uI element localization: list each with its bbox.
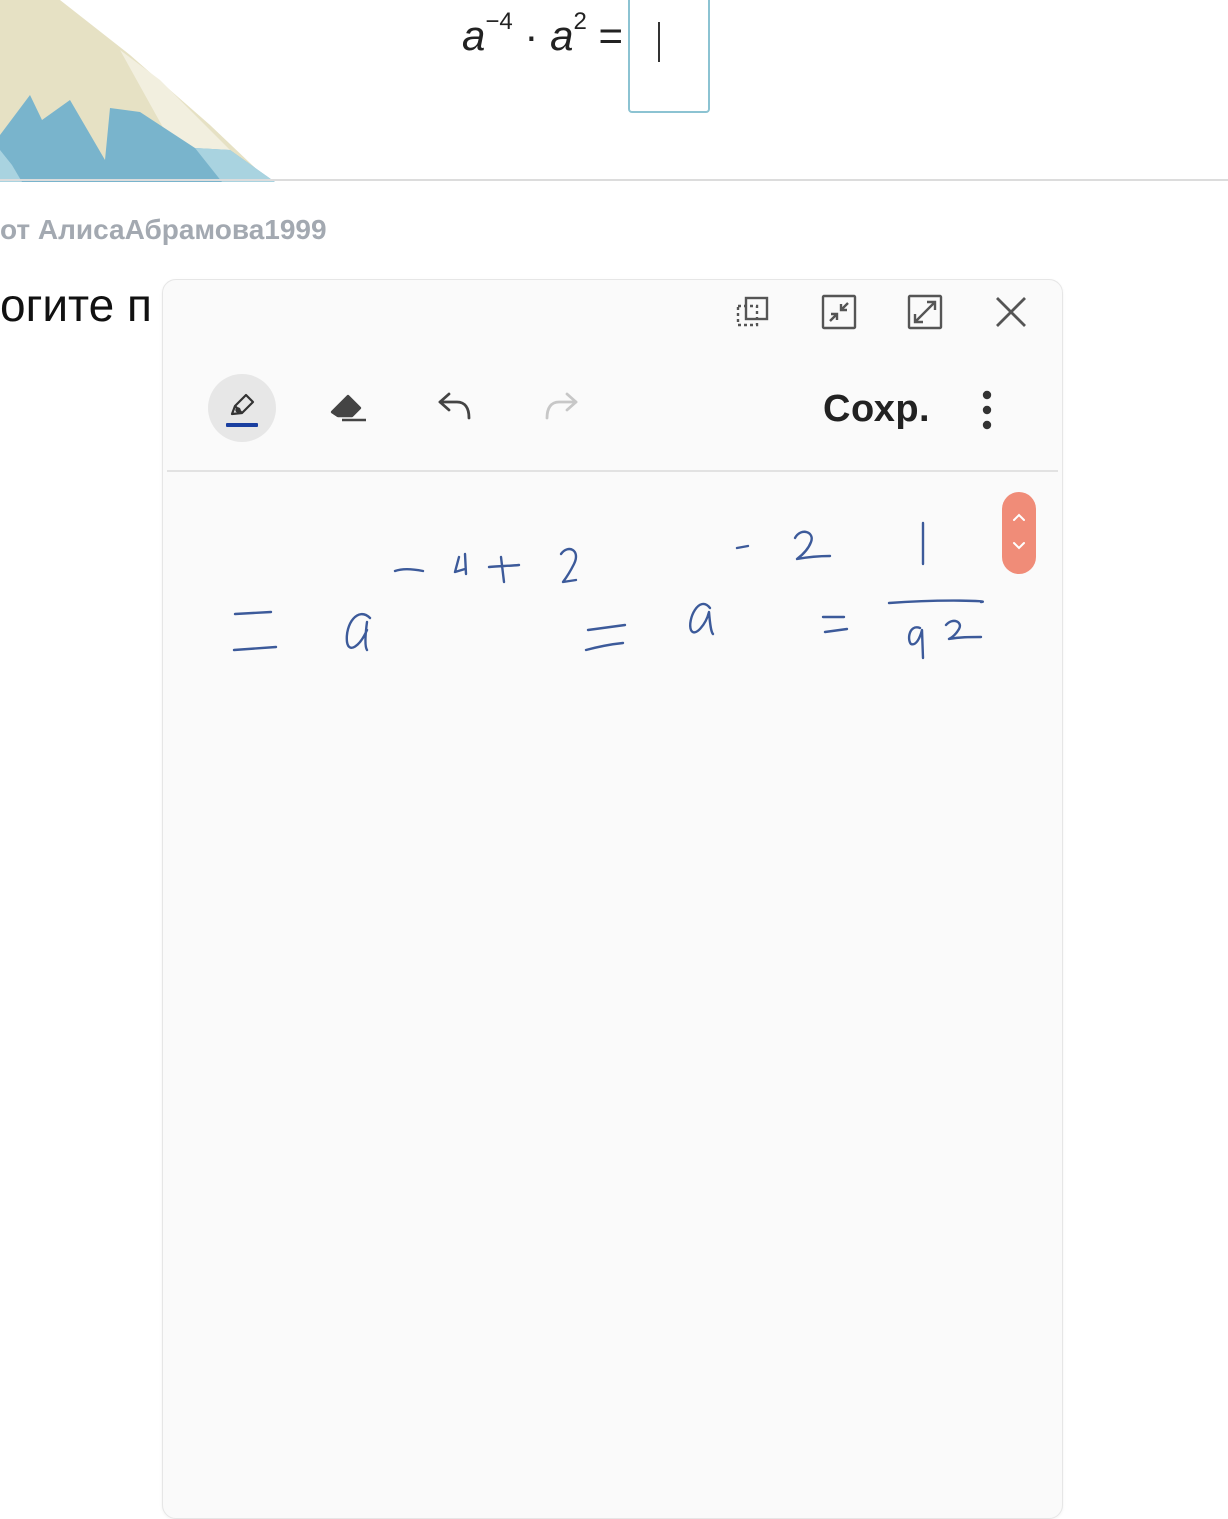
copy-region-button[interactable]: [733, 294, 773, 334]
formula-dot: ·: [524, 12, 539, 59]
answer-input[interactable]: [628, 0, 710, 113]
formula-base-2: a: [550, 12, 574, 59]
task-formula: a−4 · a2 =: [462, 8, 623, 60]
pen-tool-button[interactable]: [208, 374, 276, 442]
eraser-icon: [328, 388, 368, 429]
pen-color-indicator: [226, 423, 258, 427]
close-icon: [994, 295, 1028, 334]
text-caret: [658, 22, 660, 62]
undo-button[interactable]: [421, 374, 489, 442]
eraser-tool-button[interactable]: [314, 374, 382, 442]
redo-button[interactable]: [527, 374, 595, 442]
mountain-illustration: [0, 0, 275, 182]
maximize-icon: [907, 294, 943, 335]
formula-exponent-2: 2: [573, 8, 587, 35]
save-button[interactable]: Сохр.: [823, 388, 930, 431]
drawing-canvas[interactable]: [163, 472, 1062, 1518]
notepad-window[interactable]: Сохр.: [162, 279, 1063, 1519]
author-line[interactable]: от АлисаАбрамова1999: [0, 214, 327, 246]
minimize-button[interactable]: [819, 294, 859, 334]
formula-exponent-1: −4: [485, 8, 513, 35]
redo-icon: [541, 388, 581, 429]
maximize-button[interactable]: [905, 294, 945, 334]
scroll-handle[interactable]: [1002, 492, 1036, 574]
chevron-up-icon: [1011, 510, 1027, 528]
formula-base-1: a: [462, 12, 486, 59]
copy-region-icon: [735, 294, 771, 335]
question-text: огите п: [0, 279, 152, 331]
more-options-button[interactable]: [969, 384, 1005, 440]
handwriting-strokes: [232, 521, 984, 660]
undo-icon: [435, 388, 475, 429]
notepad-toolbar: Сохр.: [163, 360, 1062, 470]
formula-equals: =: [598, 12, 623, 59]
minimize-icon: [821, 294, 857, 335]
close-button[interactable]: [991, 294, 1031, 334]
chevron-down-icon: [1011, 539, 1027, 557]
notepad-titlebar[interactable]: [163, 280, 1062, 344]
task-image: a−4 · a2 =: [0, 0, 1228, 182]
more-vertical-icon: [982, 390, 992, 435]
image-divider: [0, 179, 1228, 181]
pen-icon: [226, 390, 258, 427]
